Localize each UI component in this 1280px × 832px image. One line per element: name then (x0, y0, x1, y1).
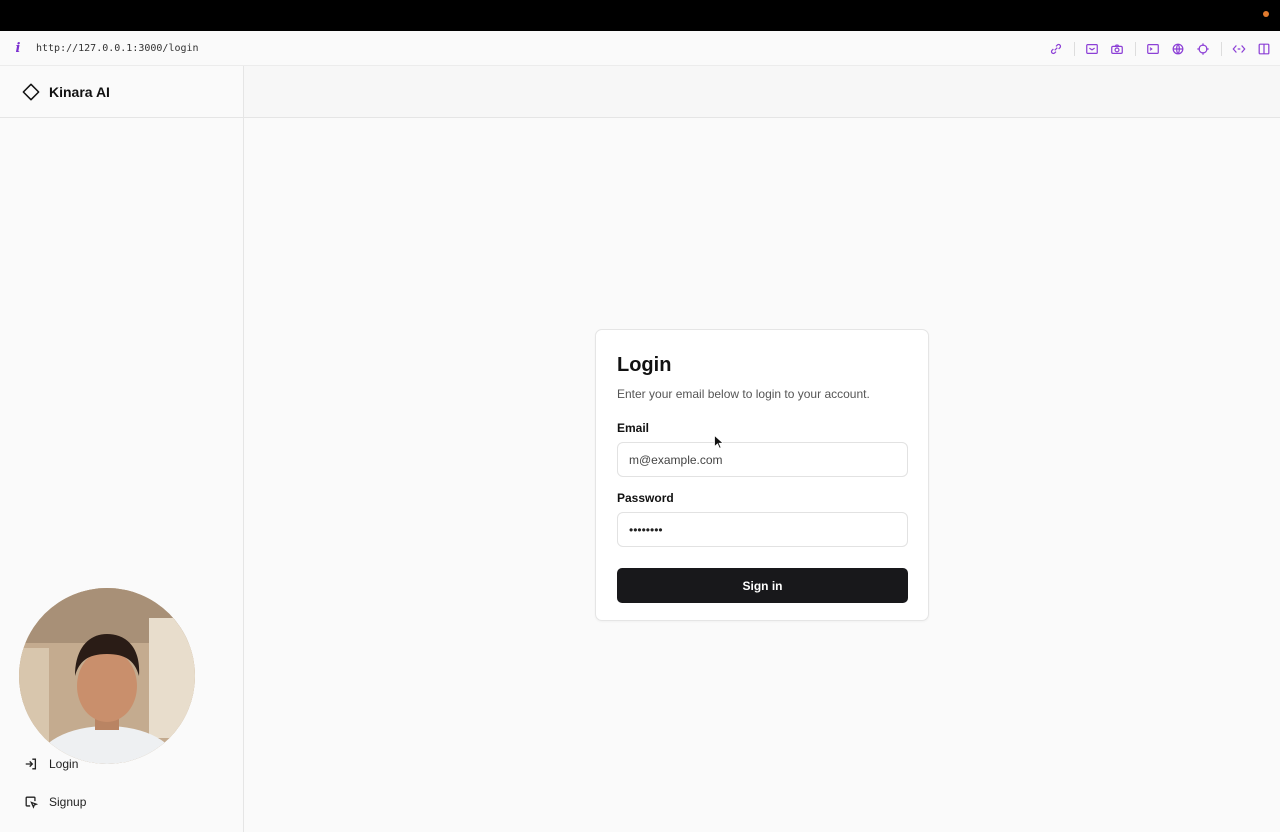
terminal-icon[interactable] (1145, 41, 1161, 57)
mouse-cursor-icon (714, 435, 723, 449)
card-description: Enter your email below to login to your … (617, 387, 870, 401)
email-field[interactable] (617, 442, 908, 477)
browser-url-bar: i http://127.0.0.1:3000/login (0, 31, 1280, 66)
screen-recorder-bar (0, 0, 1280, 31)
camera-icon[interactable] (1109, 41, 1125, 57)
presenter-video (19, 588, 195, 764)
sidebar-item-login[interactable]: Login (24, 754, 78, 774)
code-icon[interactable] (1231, 41, 1247, 57)
crosshair-icon[interactable] (1195, 41, 1211, 57)
globe-icon[interactable] (1170, 41, 1186, 57)
login-card: Login Enter your email below to login to… (595, 329, 929, 621)
toolbar-divider (1074, 41, 1075, 56)
sidebar-item-label: Login (49, 757, 79, 771)
screenshot-box-icon[interactable] (1084, 41, 1100, 57)
toolbar-divider (1135, 41, 1136, 56)
password-label: Password (617, 491, 674, 505)
split-view-icon[interactable] (1256, 41, 1272, 57)
link-icon[interactable] (1048, 41, 1064, 57)
sign-in-button[interactable]: Sign in (617, 568, 908, 603)
url-text[interactable]: http://127.0.0.1:3000/login (36, 43, 199, 54)
main-header (244, 66, 1280, 118)
recording-indicator (1263, 11, 1269, 17)
password-field[interactable] (617, 512, 908, 547)
webcam-overlay (19, 588, 195, 764)
diamond-logo-icon (22, 83, 40, 100)
info-icon[interactable]: i (0, 41, 36, 56)
toolbar-divider (1221, 41, 1222, 56)
card-title: Login (617, 354, 672, 376)
signup-icon (25, 796, 38, 809)
brand[interactable]: Kinara AI (0, 66, 243, 118)
sidebar-item-label: Signup (49, 795, 87, 809)
brand-name: Kinara AI (49, 83, 110, 100)
email-label: Email (617, 421, 650, 435)
log-in-icon (25, 758, 37, 770)
sidebar-item-signup[interactable]: Signup (24, 792, 86, 812)
browser-toolbar (1039, 31, 1272, 66)
sidebar: Kinara AI Login Signup (0, 66, 244, 832)
